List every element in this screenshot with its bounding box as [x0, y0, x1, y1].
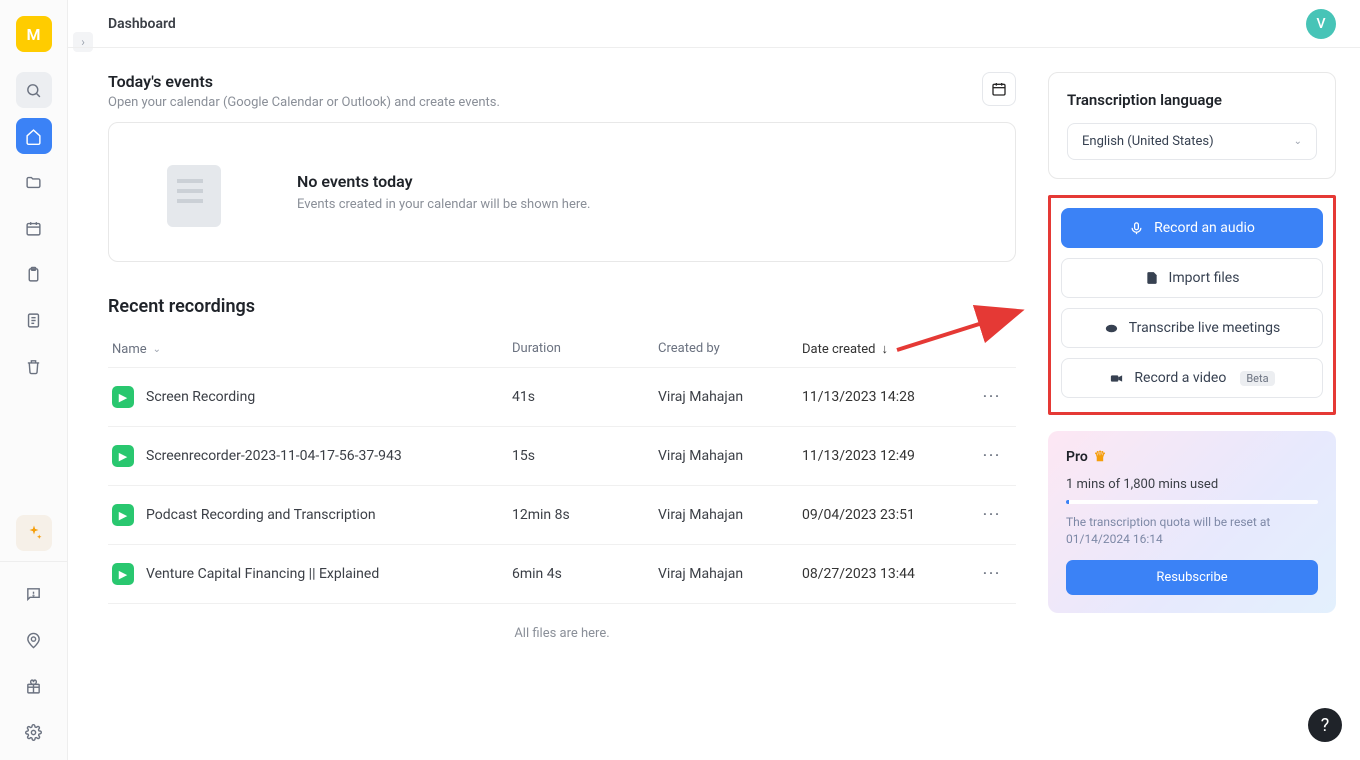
recording-date: 08/27/2023 13:44: [802, 566, 972, 582]
recording-name: Venture Capital Financing || Explained: [146, 566, 379, 582]
events-empty-card: No events today Events created in your c…: [108, 122, 1016, 262]
recording-date: 09/04/2023 23:51: [802, 507, 972, 523]
table-row[interactable]: ▶ Screen Recording 41sViraj Mahajan11/13/2…: [108, 368, 1016, 427]
trash-icon[interactable]: [16, 348, 52, 384]
transcribe-live-button[interactable]: Transcribe live meetings: [1061, 308, 1323, 348]
sidebar: M: [0, 0, 68, 760]
gift-icon[interactable]: [16, 668, 52, 704]
file-type-icon: ▶: [112, 445, 134, 467]
open-calendar-button[interactable]: [982, 72, 1016, 106]
file-icon: [1145, 271, 1159, 285]
language-title: Transcription language: [1067, 91, 1317, 109]
recording-date: 11/13/2023 12:49: [802, 448, 972, 464]
row-actions-button[interactable]: ···: [983, 566, 1001, 582]
usage-bar: [1066, 500, 1318, 504]
empty-subtitle: Events created in your calendar will be …: [297, 197, 590, 212]
folder-icon[interactable]: [16, 164, 52, 200]
recording-date: 11/13/2023 14:28: [802, 389, 972, 405]
file-type-icon: ▶: [112, 386, 134, 408]
recording-duration: 15s: [512, 448, 658, 464]
chevron-down-icon: ⌄: [153, 344, 161, 355]
col-duration[interactable]: Duration: [512, 341, 658, 357]
table-row[interactable]: ▶ Screenrecorder-2023-11-04-17-56-37-943 1…: [108, 427, 1016, 486]
crown-icon: ♛: [1094, 449, 1107, 465]
recording-name: Podcast Recording and Transcription: [146, 507, 376, 523]
recording-name: Screen Recording: [146, 389, 255, 405]
help-button[interactable]: ?: [1308, 708, 1342, 742]
events-title: Today's events: [108, 72, 500, 91]
recording-creator: Viraj Mahajan: [658, 566, 802, 582]
pro-card: Pro ♛ 1 mins of 1,800 mins used The trans…: [1048, 431, 1336, 613]
page-title: Dashboard: [108, 16, 176, 32]
search-icon[interactable]: [16, 72, 52, 108]
recording-duration: 41s: [512, 389, 658, 405]
language-value: English (United States): [1082, 134, 1214, 149]
recording-creator: Viraj Mahajan: [658, 448, 802, 464]
pro-title: Pro: [1066, 449, 1088, 465]
empty-illustration: [137, 147, 257, 237]
recording-name: Screenrecorder-2023-11-04-17-56-37-943: [146, 448, 402, 464]
video-icon: [1109, 371, 1124, 386]
file-type-icon: ▶: [112, 504, 134, 526]
settings-icon[interactable]: [16, 714, 52, 750]
row-actions-button[interactable]: ···: [983, 507, 1001, 523]
sort-desc-icon: ↓: [882, 341, 889, 357]
table-header: Name ⌄ Duration Created by Date created ↓: [108, 331, 1016, 368]
col-name[interactable]: Name: [112, 342, 147, 357]
record-video-button[interactable]: Record a video Beta: [1061, 358, 1323, 398]
col-date[interactable]: Date created: [802, 342, 876, 357]
col-created-by[interactable]: Created by: [658, 341, 802, 357]
recording-creator: Viraj Mahajan: [658, 389, 802, 405]
file-type-icon: ▶: [112, 563, 134, 585]
usage-text: 1 mins of 1,800 mins used: [1066, 477, 1318, 492]
recording-duration: 6min 4s: [512, 566, 658, 582]
beta-badge: Beta: [1240, 371, 1274, 386]
feedback-icon[interactable]: [16, 576, 52, 612]
table-row[interactable]: ▶ Venture Capital Financing || Explained 6…: [108, 545, 1016, 604]
app-logo[interactable]: M: [16, 16, 52, 52]
chevron-down-icon: ⌄: [1294, 136, 1302, 147]
live-icon: [1104, 321, 1119, 336]
recording-duration: 12min 8s: [512, 507, 658, 523]
avatar[interactable]: V: [1306, 9, 1336, 39]
table-row[interactable]: ▶ Podcast Recording and Transcription 12mi…: [108, 486, 1016, 545]
recording-creator: Viraj Mahajan: [658, 507, 802, 523]
language-panel: Transcription language English (United S…: [1048, 72, 1336, 179]
home-icon[interactable]: [16, 118, 52, 154]
record-audio-button[interactable]: Record an audio: [1061, 208, 1323, 248]
clipboard-icon[interactable]: [16, 256, 52, 292]
calendar-icon[interactable]: [16, 210, 52, 246]
topbar: Dashboard V: [68, 0, 1360, 48]
reset-text: The transcription quota will be reset at…: [1066, 514, 1318, 548]
location-icon[interactable]: [16, 622, 52, 658]
empty-title: No events today: [297, 172, 590, 191]
notes-icon[interactable]: [16, 302, 52, 338]
recent-title: Recent recordings: [108, 296, 1016, 317]
row-actions-button[interactable]: ···: [983, 448, 1001, 464]
resubscribe-button[interactable]: Resubscribe: [1066, 560, 1318, 595]
mic-icon: [1129, 221, 1144, 236]
row-actions-button[interactable]: ···: [983, 389, 1001, 405]
ai-sparkle-icon[interactable]: [16, 515, 52, 551]
actions-panel: Record an audio Import files Transcribe …: [1048, 195, 1336, 415]
all-files-text: All files are here.: [108, 604, 1016, 663]
language-select[interactable]: English (United States) ⌄: [1067, 123, 1317, 160]
import-files-button[interactable]: Import files: [1061, 258, 1323, 298]
events-subtitle: Open your calendar (Google Calendar or O…: [108, 95, 500, 110]
